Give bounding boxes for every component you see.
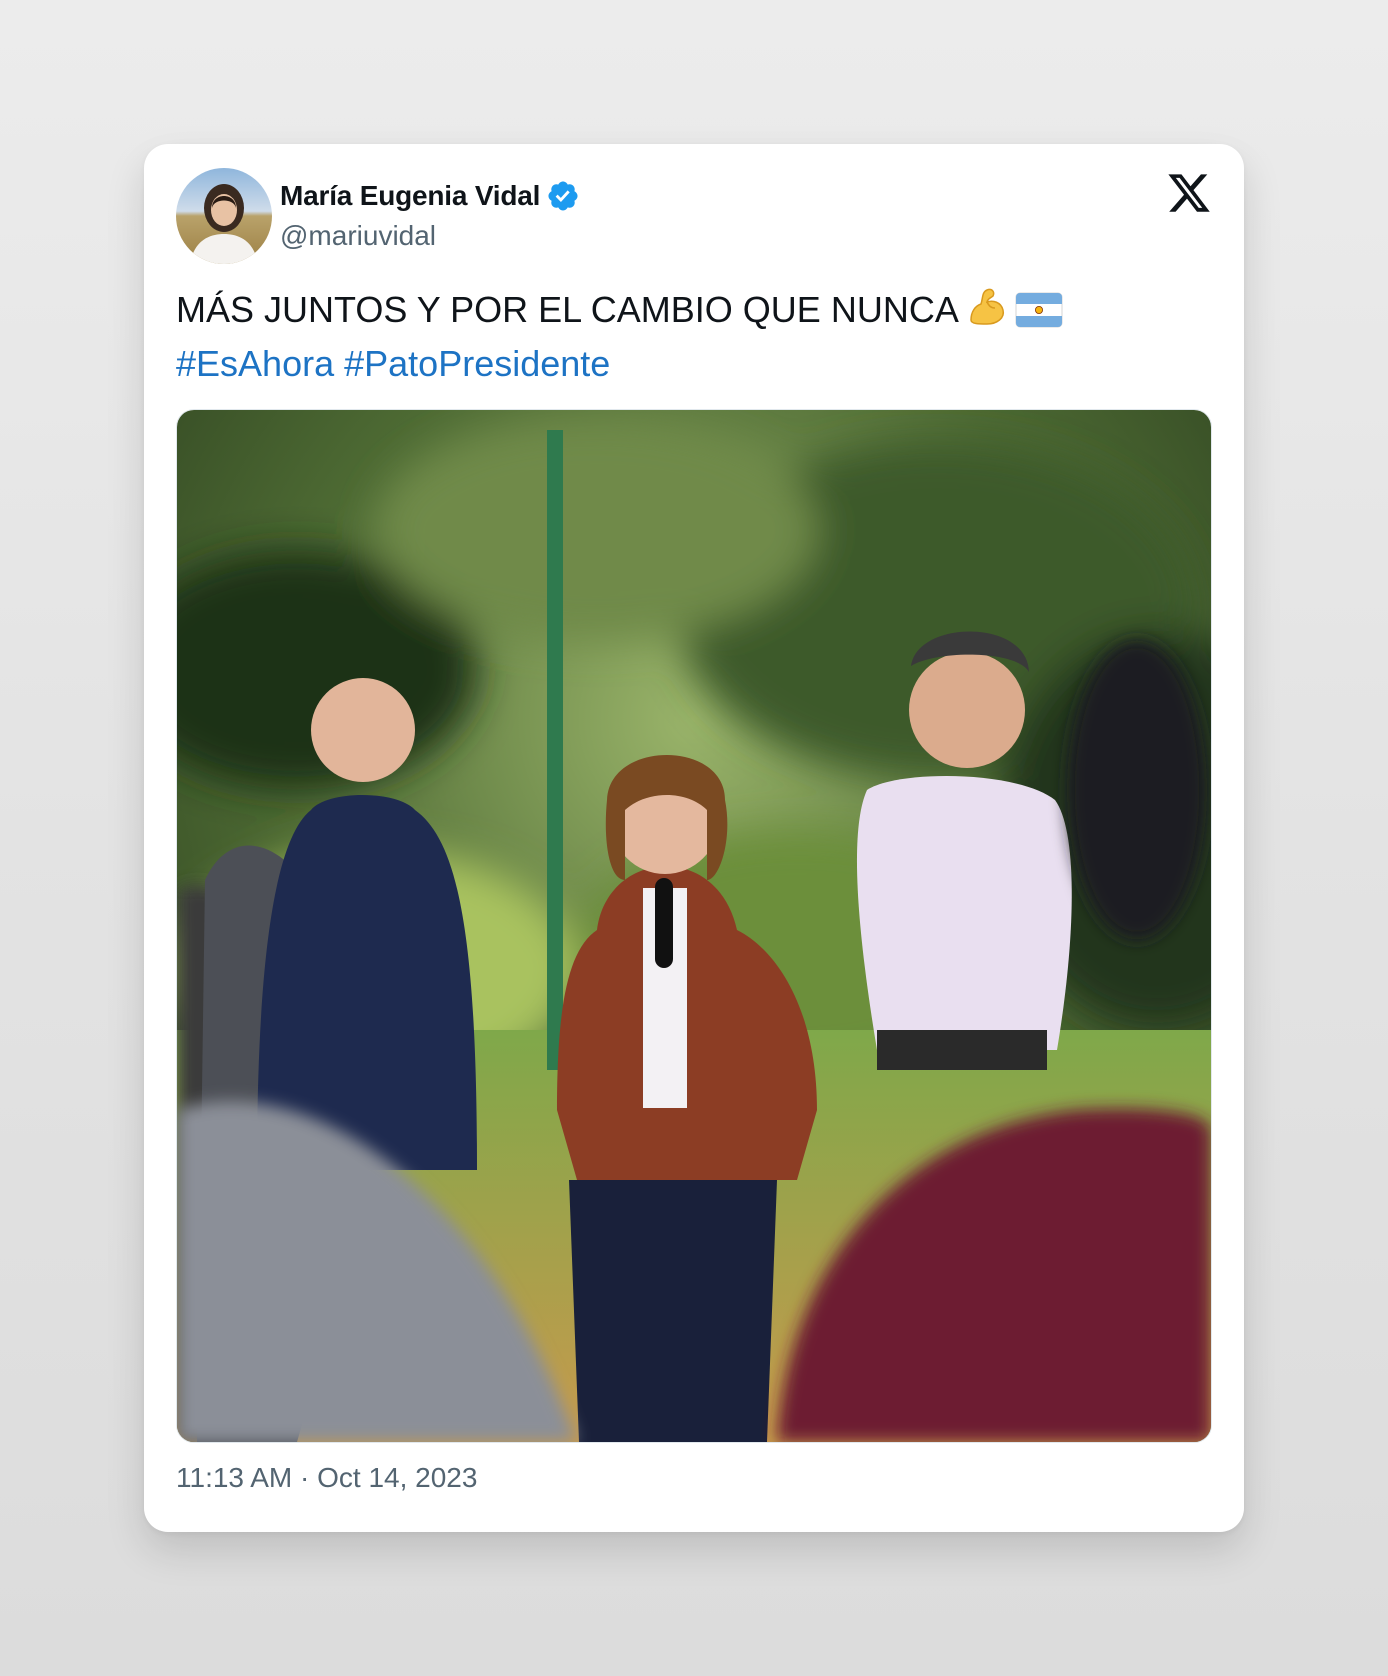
avatar-image: [176, 168, 272, 264]
tweet-time[interactable]: 11:13 AM: [176, 1462, 292, 1493]
verified-badge-icon: [546, 179, 580, 213]
hashtag-link[interactable]: #EsAhora: [176, 343, 334, 384]
argentina-flag-icon: [1015, 292, 1063, 340]
flexed-biceps-icon: [965, 284, 1009, 340]
author-name-row[interactable]: María Eugenia Vidal: [280, 176, 580, 216]
display-name[interactable]: María Eugenia Vidal: [280, 180, 540, 212]
timestamp-separator: ·: [300, 1462, 310, 1493]
hashtag-line: #EsAhora #PatoPresidente: [176, 340, 1216, 388]
hashtag-link[interactable]: #PatoPresidente: [344, 343, 610, 384]
photo-image: [177, 410, 1211, 1442]
user-handle[interactable]: @mariuvidal: [280, 220, 436, 252]
tweet-card: María Eugenia Vidal @mariuvidal MÁS JUNT…: [144, 144, 1244, 1532]
tweet-timestamp[interactable]: 11:13 AM · Oct 14, 2023: [176, 1462, 477, 1494]
tweet-text-line: MÁS JUNTOS Y POR EL CAMBIO QUE NUNCA: [176, 284, 1216, 340]
tweet-date[interactable]: Oct 14, 2023: [317, 1462, 477, 1493]
tweet-text: MÁS JUNTOS Y POR EL CAMBIO QUE NUNCA #Es…: [176, 284, 1216, 388]
tweet-photo[interactable]: [176, 409, 1212, 1443]
avatar[interactable]: [176, 168, 272, 264]
tweet-main-text: MÁS JUNTOS Y POR EL CAMBIO QUE NUNCA: [176, 289, 959, 330]
x-logo-icon[interactable]: [1166, 170, 1212, 216]
